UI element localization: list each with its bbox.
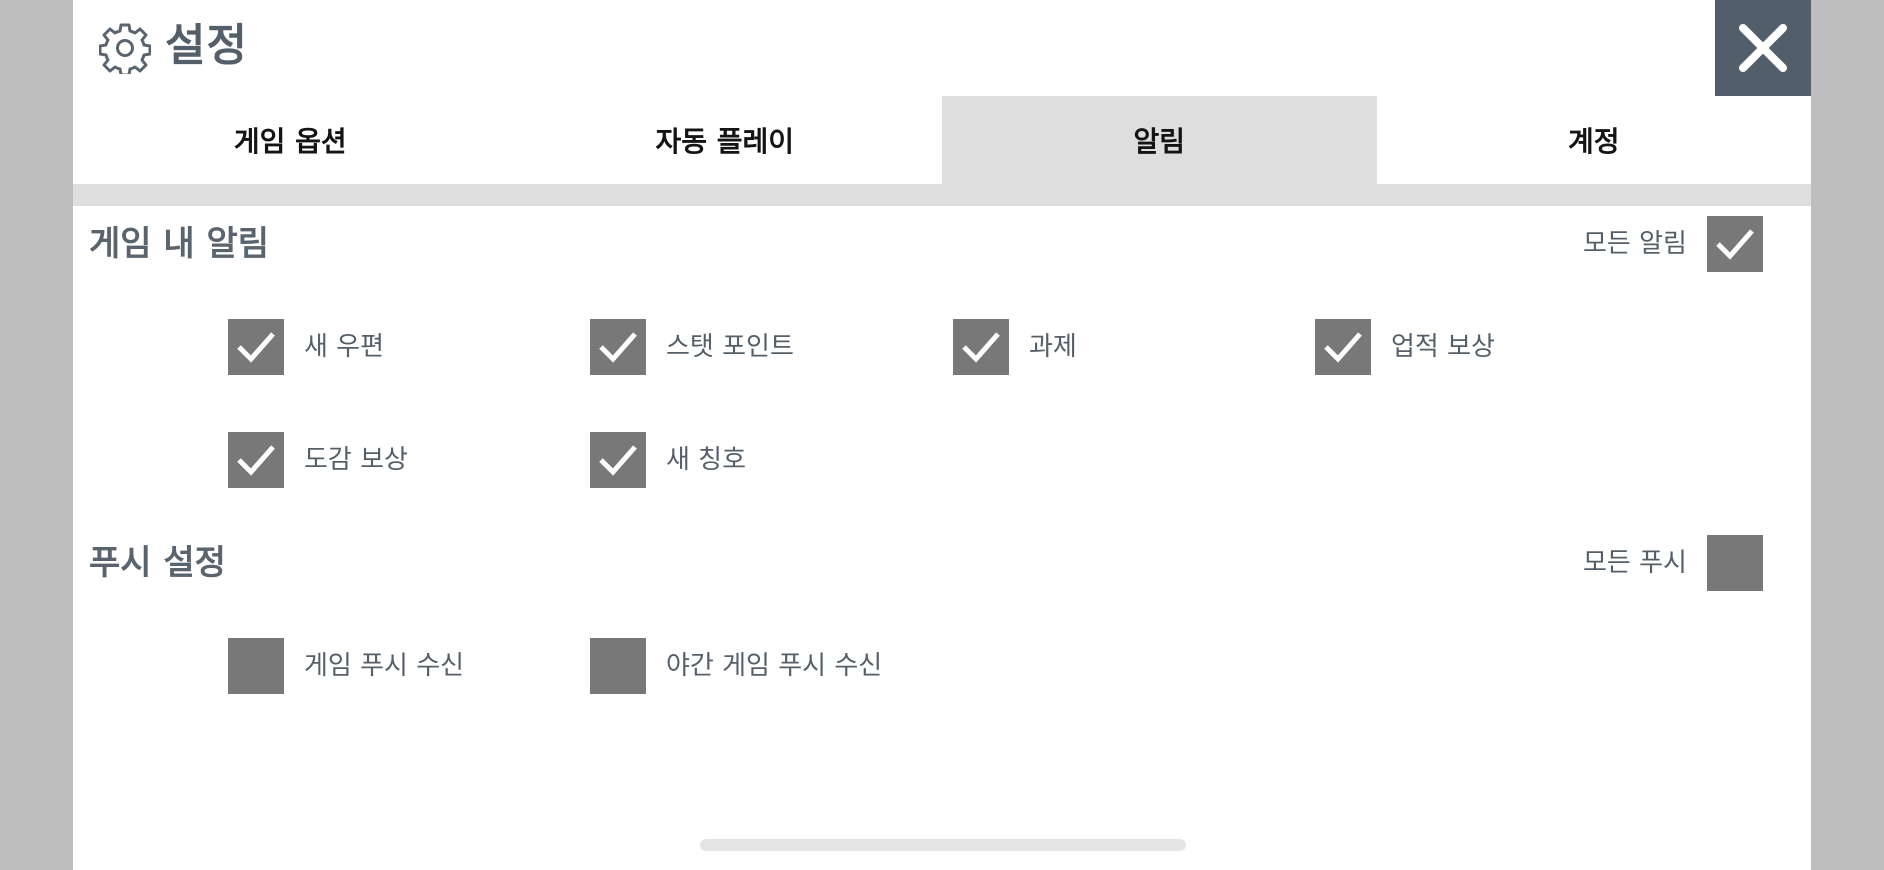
achievement-reward-label: 업적 보상 [1391,332,1495,362]
close-button[interactable] [1715,0,1811,96]
tab-account[interactable]: 계정 [1377,96,1812,184]
new-title-label: 새 칭호 [666,445,747,475]
achievement-reward-option[interactable]: 업적 보상 [1315,319,1495,375]
check-icon [1324,332,1362,363]
night-push-label: 야간 게임 푸시 수신 [666,651,883,681]
collection-reward-checkbox[interactable] [228,432,284,488]
achievement-reward-checkbox[interactable] [1315,319,1371,375]
new-title-checkbox[interactable] [590,432,646,488]
collection-reward-label: 도감 보상 [304,445,408,475]
tab-notifications[interactable]: 알림 [942,96,1377,184]
all-alerts-label: 모든 알림 [1583,229,1687,259]
check-icon [599,445,637,476]
new-mail-checkbox[interactable] [228,319,284,375]
all-push-toggle[interactable]: 모든 푸시 [1583,535,1763,591]
header: 설정 [73,0,1811,96]
game-push-option[interactable]: 게임 푸시 수신 [228,638,464,694]
close-icon [1739,24,1787,72]
quests-option[interactable]: 과제 [953,319,1077,375]
stat-points-option[interactable]: 스탯 포인트 [590,319,794,375]
gear-icon [99,23,151,74]
all-push-checkbox[interactable] [1706,535,1763,591]
night-push-option[interactable]: 야간 게임 푸시 수신 [590,638,882,694]
new-mail-label: 새 우편 [304,332,385,362]
all-alerts-toggle[interactable]: 모든 알림 [1583,216,1763,272]
game-push-label: 게임 푸시 수신 [304,651,465,681]
stat-points-checkbox[interactable] [590,319,646,375]
tab-game-options[interactable]: 게임 옵션 [73,96,508,184]
horizontal-scrollbar[interactable] [700,839,1186,851]
tab-bar: 게임 옵션 자동 플레이 알림 계정 [73,96,1811,184]
quests-label: 과제 [1029,332,1077,362]
new-title-option[interactable]: 새 칭호 [590,432,746,488]
game-push-checkbox[interactable] [228,638,284,694]
night-push-checkbox[interactable] [590,638,646,694]
check-icon [1716,229,1754,260]
in-game-alerts-title: 게임 내 알림 [89,224,270,264]
collection-reward-option[interactable]: 도감 보상 [228,432,408,488]
settings-panel: 설정 게임 옵션 자동 플레이 알림 계정 게임 내 알림 모든 알림 새 우편… [73,0,1811,870]
check-icon [962,332,1000,363]
page-title: 설정 [165,20,248,71]
tab-auto-play[interactable]: 자동 플레이 [508,96,943,184]
stat-points-label: 스탯 포인트 [666,332,794,362]
new-mail-option[interactable]: 새 우편 [228,319,384,375]
check-icon [599,332,637,363]
tab-underline [73,184,1811,206]
check-icon [237,332,275,363]
push-settings-title: 푸시 설정 [89,543,226,583]
all-alerts-checkbox[interactable] [1706,216,1763,272]
quests-checkbox[interactable] [953,319,1009,375]
check-icon [237,445,275,476]
all-push-label: 모든 푸시 [1583,548,1687,578]
